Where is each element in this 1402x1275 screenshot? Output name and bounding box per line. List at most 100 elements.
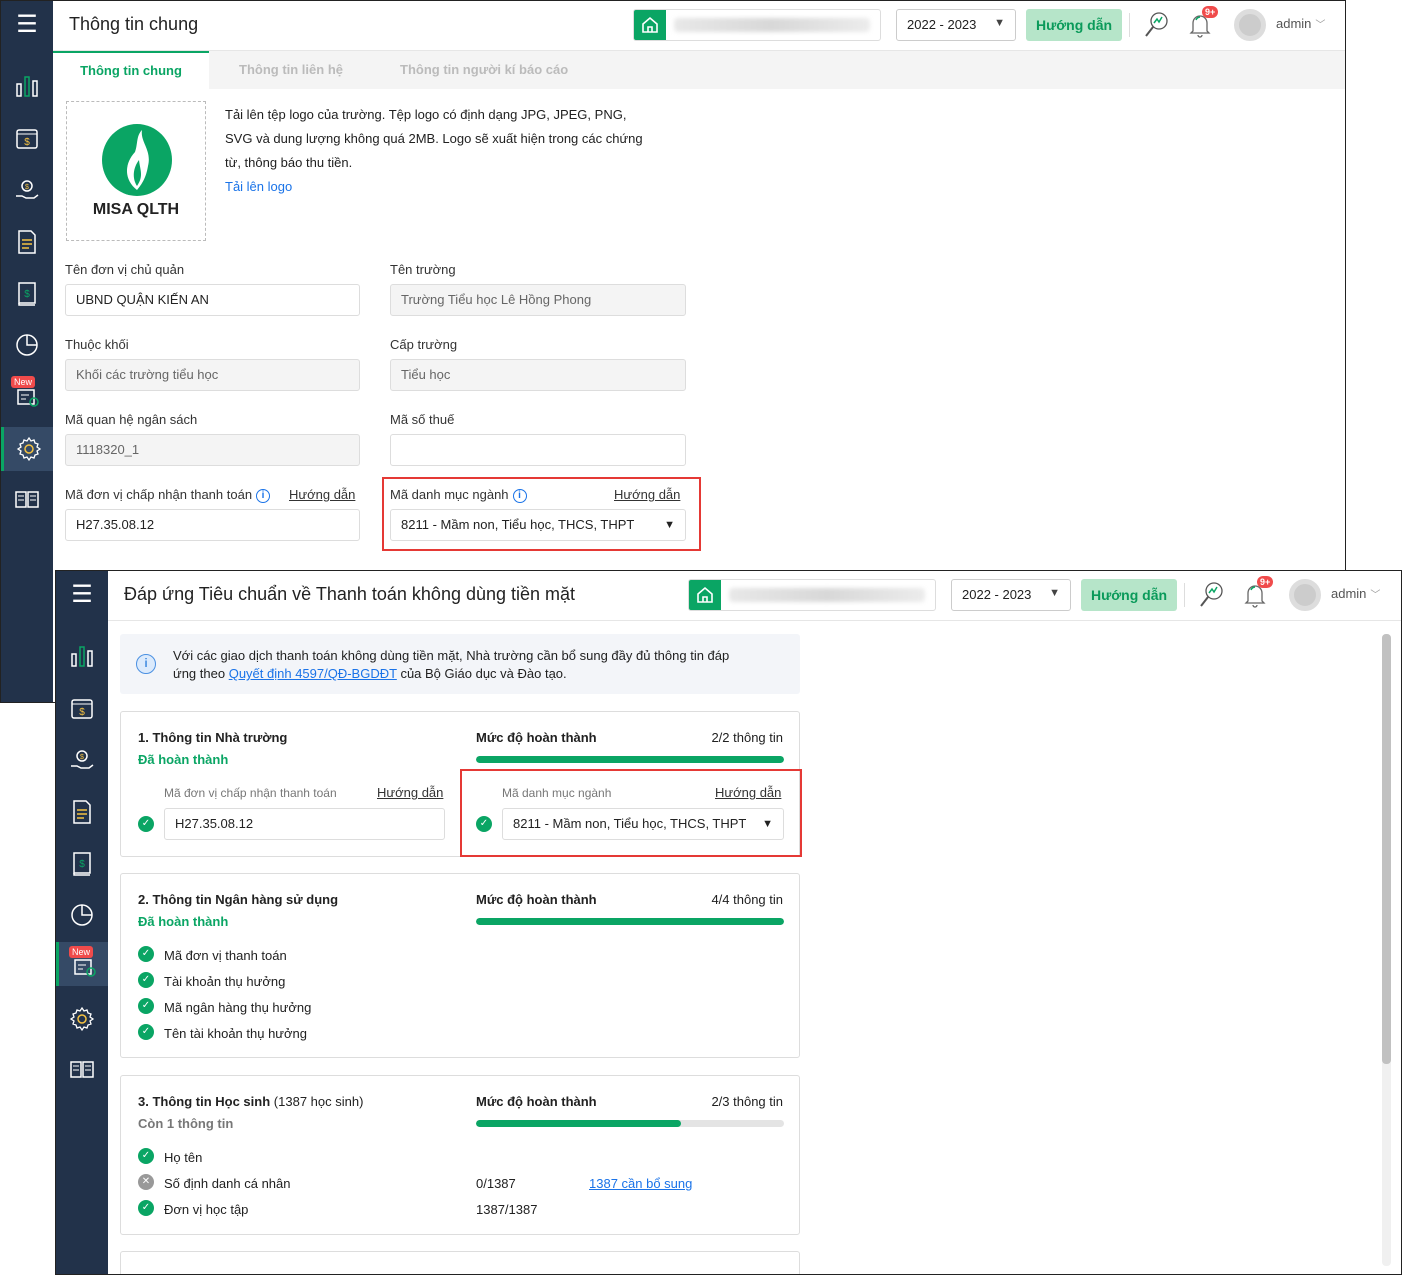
check-icon: ✓	[138, 816, 154, 832]
list-item: Đơn vị học tập	[164, 1202, 249, 1217]
sidebar-item-guide-book[interactable]	[56, 1047, 108, 1091]
sidebar-item-guide-book[interactable]	[1, 477, 53, 521]
pie-report-icon	[71, 904, 93, 926]
sidebar-item-pie-report[interactable]	[1, 323, 53, 367]
divider	[1129, 13, 1130, 37]
sidebar-item-dashboard-chart[interactable]	[1, 64, 53, 108]
sidebar-item-new-feature[interactable]: New	[56, 942, 108, 986]
tab-general-info[interactable]: Thông tin chung	[53, 51, 209, 89]
fee-calendar-icon: $	[71, 699, 93, 719]
info-icon[interactable]: i	[512, 488, 527, 503]
section-student-info: 3. Thông tin Học sinh (1387 học sinh) Cò…	[120, 1075, 800, 1235]
sidebar-item-new-feature[interactable]: New	[1, 372, 53, 416]
header: Thông tin chung 2022 - 2023 ▼ Hướng dẫn 9…	[53, 1, 1345, 51]
home-icon	[689, 580, 721, 610]
school-name-blurred	[674, 18, 870, 32]
search-chart-icon[interactable]	[1198, 581, 1224, 612]
decision-link[interactable]: Quyết định 4597/QĐ-BGDĐT	[229, 666, 397, 681]
guide-button[interactable]: Hướng dẫn	[1026, 9, 1122, 41]
avatar[interactable]	[1289, 579, 1321, 611]
settings-gear-icon	[69, 1006, 95, 1032]
svg-text:$: $	[24, 137, 30, 148]
notice-box: i Với các giao dịch thanh toán không dùn…	[120, 634, 800, 694]
scrollbar-thumb[interactable]	[1382, 634, 1391, 1064]
merchant-code-label: Mã đơn vị chấp nhận thanh toán	[164, 786, 337, 800]
sidebar-item-settings-gear[interactable]	[1, 427, 53, 471]
tab-signer-info[interactable]: Thông tin người kí báo cáo	[400, 51, 568, 89]
upload-logo-link[interactable]: Tải lên logo	[225, 175, 645, 199]
progress-bar	[476, 918, 784, 925]
sidebar-item-payment-hand[interactable]: $	[56, 738, 108, 782]
sidebar-item-settings-gear[interactable]	[56, 997, 108, 1041]
section-status: Đã hoàn thành	[138, 752, 229, 767]
label-industry-code: Mã danh mục ngành i	[390, 487, 527, 503]
notice-text: Với các giao dịch thanh toán không dùng …	[173, 648, 730, 681]
sidebar-item-payment-hand[interactable]: $	[1, 168, 53, 212]
merchant-code-input[interactable]: H27.35.08.12	[65, 509, 360, 541]
user-menu[interactable]: admin ﹀	[1276, 16, 1325, 31]
item-count: 1387/1387	[476, 1202, 538, 1217]
svg-text:$: $	[79, 859, 85, 870]
guide-book-icon	[70, 1061, 94, 1078]
tax-code-input[interactable]	[390, 434, 686, 466]
year-select[interactable]: 2022 - 2023 ▼	[951, 579, 1071, 611]
sidebar-item-fee-calendar[interactable]: $	[56, 686, 108, 730]
check-icon: ✓	[138, 946, 154, 962]
school-selector[interactable]	[633, 9, 881, 41]
school-selector[interactable]	[688, 579, 936, 611]
section-bank-info: 2. Thông tin Ngân hàng sử dụng Đã hoàn t…	[120, 873, 800, 1058]
year-select[interactable]: 2022 - 2023 ▼	[896, 9, 1016, 41]
svg-text:$: $	[25, 184, 29, 191]
missing-data-link[interactable]: 1387 cần bổ sung	[589, 1176, 692, 1191]
payment-hand-icon: $	[71, 750, 94, 769]
new-badge: New	[69, 946, 94, 958]
sidebar-item-fee-calendar[interactable]: $	[1, 116, 53, 160]
progress-bar	[476, 756, 784, 763]
page-title: Thông tin chung	[69, 14, 199, 34]
check-icon: ✓	[138, 1024, 154, 1040]
check-icon: ✓	[138, 1148, 154, 1164]
pie-report-icon	[16, 334, 38, 356]
industry-code-guide-link[interactable]: Hướng dẫn	[614, 487, 680, 502]
highlight-box	[460, 769, 802, 857]
sidebar-item-pie-report[interactable]	[56, 893, 108, 937]
chevron-down-icon: ▼	[1049, 587, 1060, 599]
avatar[interactable]	[1234, 9, 1266, 41]
menu-icon[interactable]: ☰	[56, 571, 108, 621]
merchant-code-guide-link[interactable]: Hướng dẫn	[377, 785, 443, 800]
sidebar-item-ledger-book[interactable]: $	[56, 842, 108, 886]
item-count: 0/1387	[476, 1176, 516, 1191]
list-item: Mã đơn vị thanh toán	[164, 948, 287, 963]
industry-code-select[interactable]: 8211 - Mầm non, Tiểu học, THCS, THPT ▼	[390, 509, 686, 541]
user-menu[interactable]: admin ﹀	[1331, 586, 1380, 601]
logo-description: Tải lên tệp logo của trường. Tệp logo có…	[225, 103, 645, 199]
label-school-level: Cấp trường	[390, 337, 458, 352]
merchant-code-guide-link[interactable]: Hướng dẫn	[289, 487, 355, 502]
section-next	[120, 1251, 800, 1274]
menu-icon[interactable]: ☰	[1, 1, 53, 51]
sidebar-item-dashboard-chart[interactable]	[56, 634, 108, 678]
scrollbar[interactable]	[1382, 634, 1391, 1266]
page-title: Đáp ứng Tiêu chuẩn về Thanh toán không d…	[124, 584, 576, 604]
search-chart-icon[interactable]	[1143, 11, 1169, 42]
check-icon: ✓	[138, 972, 154, 988]
ledger-book-icon: $	[73, 852, 91, 876]
sidebar-item-document[interactable]	[56, 790, 108, 834]
sidebar-item-document[interactable]	[1, 220, 53, 264]
label-tax-code: Mã số thuế	[390, 412, 455, 427]
tab-contact-info[interactable]: Thông tin liên hệ	[239, 51, 343, 89]
progress-fill	[476, 756, 784, 763]
check-icon: ✓	[138, 1200, 154, 1216]
label-school-block: Thuộc khối	[65, 337, 129, 352]
info-icon[interactable]: i	[256, 488, 271, 503]
logo-box[interactable]: MISA QLTH	[66, 101, 206, 241]
parent-unit-input[interactable]: UBND QUẬN KIẾN AN	[65, 284, 360, 316]
progress-bar	[476, 1120, 784, 1127]
cashless-standard-window: ☰ $ $ $ New Đáp ứng Tiêu chuẩn về Thanh toá…	[55, 570, 1402, 1275]
notification-badge: 9+	[1257, 576, 1274, 588]
guide-button[interactable]: Hướng dẫn	[1081, 579, 1177, 611]
sidebar-item-ledger-book[interactable]: $	[1, 272, 53, 316]
progress-count: 2/2 thông tin	[711, 730, 783, 745]
progress-count: 4/4 thông tin	[711, 892, 783, 907]
merchant-code-input[interactable]: H27.35.08.12	[164, 808, 445, 840]
